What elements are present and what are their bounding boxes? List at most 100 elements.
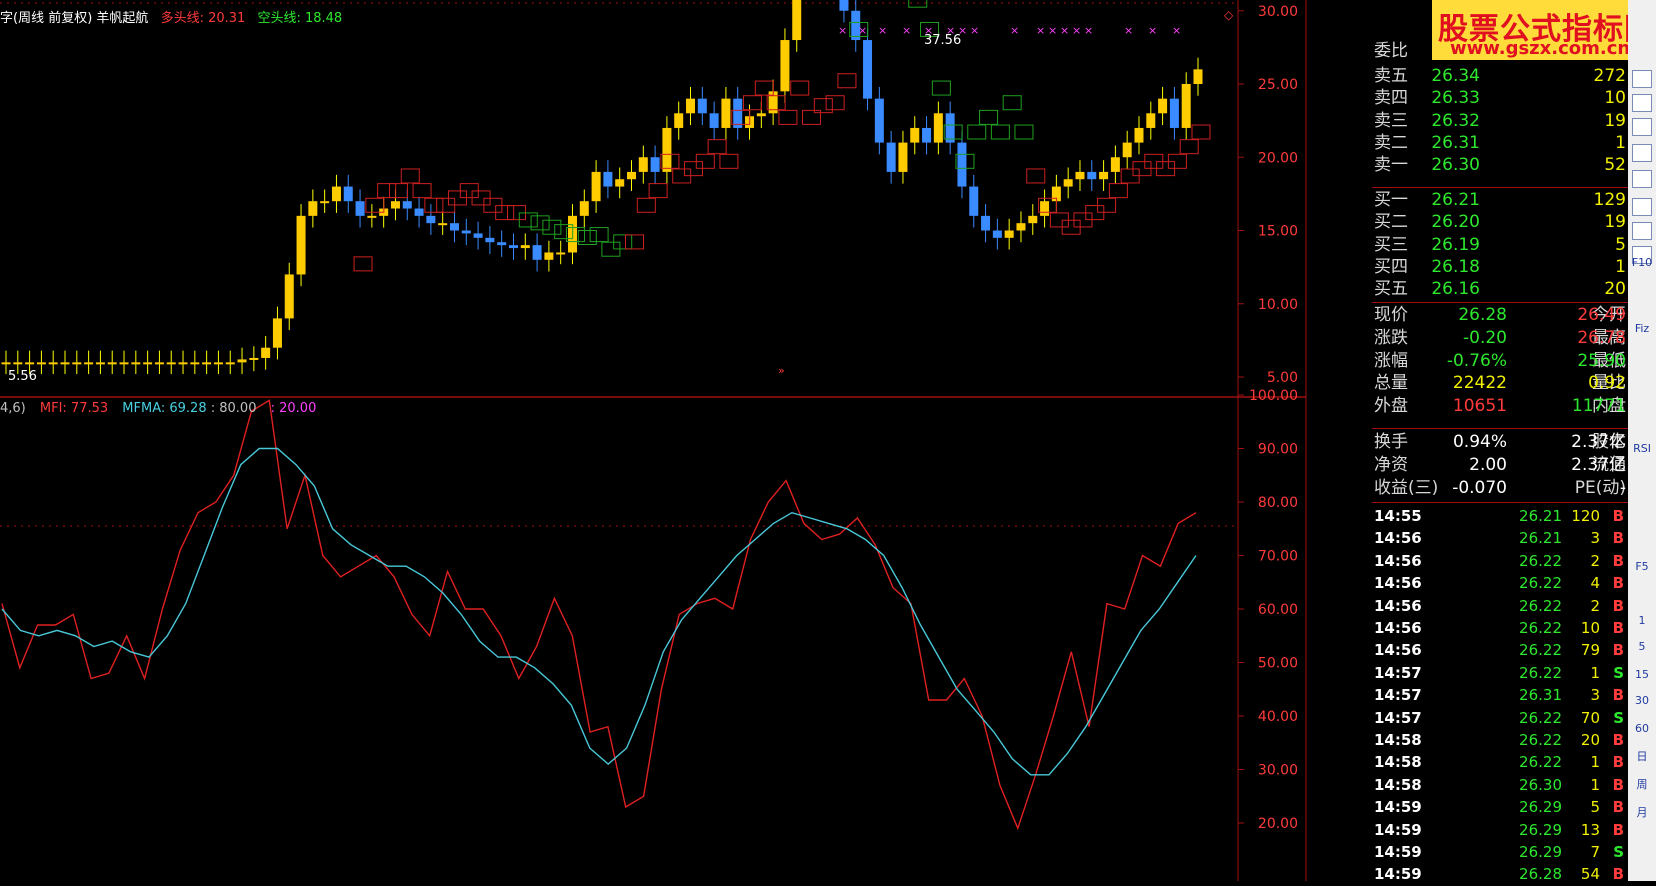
price-chart-area[interactable]: 35.0030.0025.0020.0015.0010.005.00 100.0… [0, 0, 1308, 881]
ask-price: 26.32 [1431, 110, 1480, 131]
candle-body [933, 113, 943, 143]
candle-body [154, 362, 164, 365]
indicator-tick-label: 60.00 [1258, 602, 1298, 618]
ask-price: 26.33 [1431, 88, 1480, 109]
bull-ribbon-box [1108, 183, 1128, 199]
candle-body [839, 0, 849, 11]
bid-row: 买一 26.21 129 [1372, 189, 1628, 211]
bid-label: 买三 [1374, 234, 1408, 255]
toolbar-item-3[interactable]: RSI [1630, 438, 1654, 460]
ask-row: 卖二 26.31 1 [1372, 132, 1628, 154]
bull-ribbon-box [353, 256, 373, 272]
signal-marker: × [1072, 24, 1081, 37]
tick-price: 26.22 [1519, 731, 1562, 749]
stat2-value: -0.070 [1452, 478, 1507, 498]
bid-label: 买二 [1374, 212, 1408, 233]
tick-price: 26.21 [1519, 507, 1562, 525]
diamond-icon[interactable]: ◇ [1224, 8, 1233, 22]
candle-body [213, 362, 223, 365]
toolbar-tool-icon[interactable] [1632, 144, 1652, 162]
candle-body [72, 362, 82, 365]
tick-volume: 1 [1590, 753, 1600, 772]
wei-bi-row: 委比 [1372, 40, 1628, 62]
candle-body [426, 215, 436, 224]
toolbar-item-11[interactable]: 周 [1630, 774, 1654, 796]
ask-volume: 1 [1615, 132, 1626, 153]
tick-volume: 10 [1580, 619, 1600, 637]
ask-row: 卖五 26.34 272 [1372, 65, 1628, 87]
tick-side: S [1613, 843, 1624, 861]
candle-body [780, 40, 790, 92]
toolbar-item-6[interactable]: 5 [1630, 636, 1654, 658]
toolbar-tool-icon[interactable] [1632, 70, 1652, 88]
tick-price: 26.22 [1519, 574, 1562, 593]
candle-body [25, 362, 35, 365]
toolbar-item-8[interactable]: 30 [1630, 690, 1654, 712]
ask-label: 卖五 [1374, 66, 1408, 86]
ask-label: 卖三 [1374, 110, 1408, 131]
signal-marker: × [1084, 24, 1093, 37]
toolbar-tool-icon[interactable] [1632, 170, 1652, 188]
stat-value: -0.76% [1446, 350, 1507, 371]
toolbar-item-4[interactable]: F5 [1630, 556, 1654, 578]
tick-time: 14:56 [1374, 574, 1422, 593]
candle-body [485, 237, 495, 243]
candle-body [143, 362, 153, 365]
candle-body [1158, 98, 1168, 114]
toolbar-item-7[interactable]: 15 [1630, 664, 1654, 686]
bid-label: 买四 [1374, 256, 1408, 277]
toolbar-tool-icon[interactable] [1632, 94, 1652, 112]
toolbar-tool-icon[interactable] [1632, 198, 1652, 216]
level-low-label: : 20.00 [270, 401, 317, 416]
tick-row: 14:56 26.22 2 B [1372, 596, 1628, 618]
bull-ribbon-box [707, 139, 727, 155]
candle-body [284, 274, 294, 319]
tick-price: 26.21 [1519, 529, 1562, 548]
signal-marker: × [858, 24, 867, 37]
candle-body [792, 0, 802, 41]
stat2-row: 换手 0.94% 股本 2.37亿 [1372, 431, 1628, 453]
candle-body [603, 171, 613, 187]
toolbar-item-12[interactable]: 月 [1630, 802, 1654, 824]
stat2-value-2: 2.37亿 [1571, 455, 1626, 475]
tick-row: 14:56 26.22 79 B [1372, 640, 1628, 662]
tick-price: 26.28 [1519, 865, 1562, 884]
bull-ribbon-box [625, 234, 645, 250]
candle-body [107, 362, 117, 365]
ask-row: 卖三 26.32 19 [1372, 110, 1628, 132]
tick-row: 14:58 26.30 1 B [1372, 775, 1628, 797]
toolbar-item-5[interactable]: 1 [1630, 610, 1654, 632]
bull-ribbon-box [1026, 168, 1046, 184]
stat-value-2: 26.49 [1577, 305, 1626, 325]
bull-ribbon-box [790, 80, 810, 96]
toolbar-item-2[interactable]: Fiz [1630, 318, 1654, 340]
price-tick-label: 20.00 [1258, 150, 1298, 166]
scroll-arrow-icon[interactable]: » [778, 364, 785, 377]
bid-row: 买二 26.20 19 [1372, 211, 1628, 233]
toolbar-tool-icon[interactable] [1632, 118, 1652, 136]
tick-side: S [1613, 708, 1624, 727]
signal-marker: × [878, 24, 887, 37]
tick-time: 14:57 [1374, 708, 1422, 727]
toolbar-item-9[interactable]: 60 [1630, 718, 1654, 740]
tick-time: 14:56 [1374, 641, 1422, 660]
indicator-lines [1, 399, 1197, 831]
candle-body [1193, 69, 1203, 84]
toolbar-item-10[interactable]: 日 [1630, 746, 1654, 768]
toolbar-tool-icon[interactable] [1632, 222, 1652, 240]
ask-volume: 19 [1604, 110, 1626, 131]
candle-body [461, 230, 471, 234]
price-tick-label: 5.00 [1267, 370, 1298, 386]
bear-line-label: 空头线: 18.48 [257, 11, 343, 26]
tick-time: 14:58 [1374, 753, 1422, 772]
ask-volume: 272 [1593, 66, 1626, 86]
toolbar-item-1[interactable]: F10 [1630, 252, 1654, 274]
candle-body [1028, 215, 1038, 224]
bid-price: 26.18 [1431, 256, 1480, 277]
candle-body [922, 127, 932, 143]
tick-side: B [1612, 551, 1624, 570]
stat2-label-2: PE(动) [1574, 478, 1626, 498]
price-tick-label: 10.00 [1258, 297, 1298, 313]
tick-time: 14:59 [1374, 843, 1422, 861]
stat2-value-2: 2.37亿 [1571, 432, 1626, 452]
